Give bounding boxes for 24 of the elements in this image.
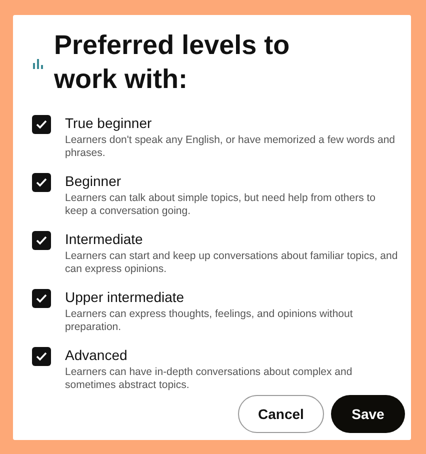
level-label: Intermediate (65, 230, 144, 248)
level-label: Upper intermediate (65, 288, 186, 306)
check-icon (36, 120, 47, 129)
level-description: Learners don't speak any English, or have memorized a few words and phrases. (65, 134, 396, 160)
level-description: Learners can talk about simple topics, but need help from others to keep a conversation going. (65, 192, 377, 218)
level-description: Learners can start and keep up conversations about familiar topics, and can express opinions. (65, 250, 399, 276)
checkbox[interactable] (32, 173, 51, 192)
level-description: Learners can express thoughts, feelings, and opinions without preparation. (65, 308, 354, 334)
level-label: Beginner (65, 172, 122, 190)
checkbox[interactable] (32, 115, 51, 134)
checkbox[interactable] (32, 347, 51, 366)
cancel-button[interactable]: Cancel (238, 395, 324, 433)
level-description: Learners can have in-depth conversations about complex and sometimes abstract topics. (65, 366, 354, 392)
save-button[interactable]: Save (331, 395, 405, 433)
check-icon (36, 294, 47, 303)
bar-chart-icon (33, 59, 43, 69)
dialog-title: Preferred levels to work with: (54, 29, 291, 96)
checkbox[interactable] (32, 289, 51, 308)
check-icon (36, 236, 47, 245)
level-label: True beginner (65, 114, 153, 132)
check-icon (36, 178, 47, 187)
check-icon (36, 352, 47, 361)
checkbox[interactable] (32, 231, 51, 250)
level-label: Advanced (65, 346, 128, 364)
